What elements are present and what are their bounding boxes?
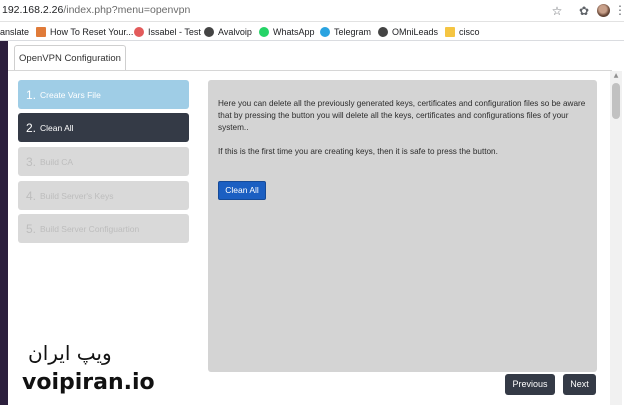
bookmark-omnileads[interactable]: OMniLeads [378,25,438,39]
scroll-up-icon[interactable]: ▲ [610,71,622,81]
bookmark-reset[interactable]: How To Reset Your... [36,25,133,39]
step-label: Build CA [40,156,74,167]
menu-icon[interactable]: ⋮ [614,3,624,17]
tab-openvpn-configuration[interactable]: OpenVPN Configuration [14,45,126,71]
bookmark-label: Telegram [334,27,372,37]
tab-divider [8,70,612,71]
whatsapp-icon [259,27,269,37]
bookmark-label: OMniLeads [392,27,439,37]
bookmark-label: Avalvoip [218,27,252,37]
step-build-server-keys: 4. Build Server's Keys [18,181,189,210]
step-number: 2. [26,120,37,135]
globe-icon [378,27,388,37]
scroll-thumb[interactable] [612,83,620,119]
next-button[interactable]: Next [563,374,596,395]
telegram-icon [320,27,330,37]
url-path: /index.php?menu=openvpn [63,4,191,16]
step-label: Clean All [40,122,74,133]
url-host: 192.168.2.26 [2,4,64,16]
profile-avatar[interactable] [597,4,610,17]
step-label: Create Vars File [40,89,101,100]
step-build-ca: 3. Build CA [18,147,189,176]
bookmark-whatsapp[interactable]: WhatsApp [259,25,315,39]
url-text[interactable]: 192.168.2.26/index.php?menu=openvpn [2,4,190,16]
address-bar[interactable]: 192.168.2.26/index.php?menu=openvpn ☆ ✿ … [0,0,624,22]
watermark-text: voipiran.io [22,370,155,395]
bookmark-cisco[interactable]: cisco [445,25,480,39]
step-label: Build Server's Keys [40,190,114,201]
watermark-persian: ویپ ایران [28,341,112,365]
content-panel: Here you can delete all the previously g… [208,80,597,372]
star-icon[interactable]: ☆ [549,3,565,19]
sidebar-strip [0,41,8,405]
clean-all-button[interactable]: Clean All [218,181,266,200]
extensions-icon[interactable]: ✿ [576,3,592,19]
browser-window: 192.168.2.26/index.php?menu=openvpn ☆ ✿ … [0,0,624,405]
tab-bar: OpenVPN Configuration [8,41,624,71]
bookmarks-bar: anslate How To Reset Your... Issabel - T… [0,22,624,41]
page-scrollbar[interactable]: ▲ [610,71,622,405]
bookmark-label: cisco [459,27,480,37]
step-number: 3. [26,154,37,169]
bookmark-label: Issabel - Test [148,27,201,37]
issabel-icon [134,27,144,37]
step-label: Build Server Configuartion [40,223,140,234]
bookmark-label: How To Reset Your... [50,27,134,37]
step-number: 5. [26,221,37,236]
bookmark-label: anslate [0,27,30,37]
step-build-server-configuration: 5. Build Server Configuartion [18,214,189,243]
step-create-vars-file[interactable]: 1. Create Vars File [18,80,189,109]
panel-note: If this is the first time you are creati… [218,147,498,156]
step-number: 1. [26,87,37,102]
panel-description: Here you can delete all the previously g… [218,99,586,132]
step-clean-all[interactable]: 2. Clean All [18,113,189,142]
bookmark-issabel[interactable]: Issabel - Test [134,25,201,39]
folder-icon [445,27,455,37]
step-number: 4. [26,188,37,203]
bookmark-telegram[interactable]: Telegram [320,25,371,39]
previous-button[interactable]: Previous [505,374,555,395]
bookmark-label: WhatsApp [273,27,315,37]
bookmark-translate[interactable]: anslate [0,25,29,39]
bookmark-avalvoip[interactable]: Avalvoip [204,25,252,39]
globe-icon [204,27,214,37]
flag-icon [36,27,46,37]
